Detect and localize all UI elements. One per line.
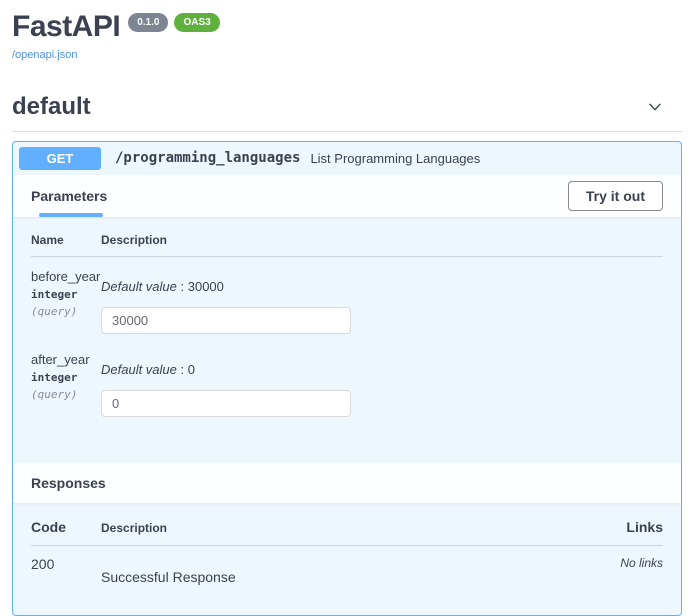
default-value-label: Default value [101,279,177,294]
swagger-ui-page: FastAPI 0.1.0 OAS3 /openapi.json default… [0,0,694,616]
parameter-row-before-year: before_year integer (query) Default valu… [31,269,663,334]
tag-header-row[interactable]: default [12,89,682,132]
openapi-spec-link[interactable]: /openapi.json [12,49,77,61]
operation-summary: List Programming Languages [310,151,480,166]
default-value: 0 [188,362,195,377]
active-tab-underline [39,213,103,217]
api-badges: 0.1.0 OAS3 [128,10,219,32]
parameter-location: (query) [31,388,101,401]
operation-path: /programming_languages [115,150,300,166]
parameters-section-header: Parameters Try it out [13,175,681,217]
try-it-out-button[interactable]: Try it out [568,181,663,211]
operation-summary-row[interactable]: GET /programming_languages List Programm… [13,142,681,175]
opblock-get-programming-languages: GET /programming_languages List Programm… [12,141,682,616]
parameter-location: (query) [31,305,101,318]
column-header-description: Description [101,233,663,247]
parameter-default-text: Default value : 30000 [101,279,663,294]
oas3-badge: OAS3 [174,13,219,32]
responses-table-header: Code Description Links [31,519,663,546]
default-value-separator: : [177,279,188,294]
default-value-label: Default value [101,362,177,377]
chevron-down-icon[interactable] [646,98,664,116]
responses-table: Code Description Links 200 Successful Re… [13,503,681,615]
before-year-input[interactable] [101,307,351,334]
api-title: FastAPI [12,10,120,45]
parameter-row-after-year: after_year integer (query) Default value… [31,352,663,417]
responses-section-header: Responses [13,463,681,503]
default-value: 30000 [188,279,224,294]
parameter-type: integer [31,371,101,384]
parameters-table: Name Description before_year integer (qu… [13,217,681,463]
column-header-code: Code [31,519,101,535]
column-header-links: Links [583,519,663,535]
tag-title: default [12,93,91,121]
parameter-name: after_year [31,352,101,368]
tab-parameters[interactable]: Parameters [31,188,107,204]
response-links: No links [583,556,663,585]
parameter-name: before_year [31,269,101,285]
response-row-200: 200 Successful Response No links [31,546,663,585]
http-method-badge: GET [19,147,101,170]
default-value-separator: : [177,362,188,377]
parameter-default-text: Default value : 0 [101,362,663,377]
column-header-description: Description [101,521,583,535]
tag-section-default: default GET /programming_languages List … [12,89,682,616]
parameters-table-header: Name Description [31,233,663,257]
api-info-header: FastAPI 0.1.0 OAS3 /openapi.json [12,0,682,63]
column-header-name: Name [31,233,101,247]
version-badge: 0.1.0 [128,13,168,32]
response-code: 200 [31,556,101,585]
responses-title: Responses [31,475,106,491]
parameter-type: integer [31,288,101,301]
after-year-input[interactable] [101,390,351,417]
